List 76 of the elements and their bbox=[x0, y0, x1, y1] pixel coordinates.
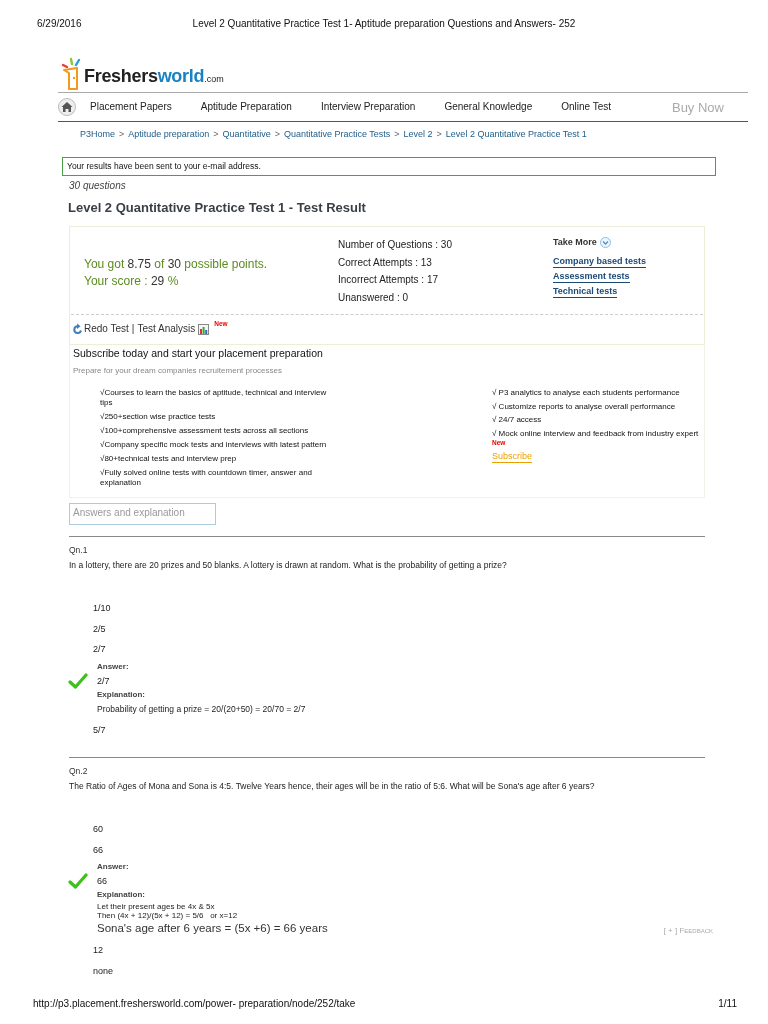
test-link[interactable]: Company based tests bbox=[553, 256, 647, 268]
explanation-text: Let their present ages be 4x & 5x bbox=[97, 902, 215, 911]
explanation-label: Explanation: bbox=[97, 688, 145, 701]
answer-label: Answer: bbox=[97, 660, 129, 673]
breadcrumb-separator: > bbox=[213, 128, 219, 140]
subscribe-title: Subscribe today and start your placement preparation bbox=[73, 347, 324, 360]
option-text: 1/10 bbox=[93, 602, 111, 614]
option-text: 12 bbox=[93, 944, 103, 956]
feature-item: √250+section wise practice tests bbox=[100, 412, 217, 422]
print-title: Level 2 Quantitative Practice Test 1- Aptitude preparation Questions and Answers- 252 bbox=[192, 18, 576, 30]
question-number: Qn.1 bbox=[69, 545, 89, 555]
answer-value: 2/7 bbox=[97, 674, 110, 688]
test-link[interactable]: Technical tests bbox=[553, 286, 618, 298]
feature-item: √ P3 analytics to analyse each students performance bbox=[492, 388, 680, 398]
option-text: 2/5 bbox=[93, 622, 106, 635]
breadcrumb-link[interactable]: Level 2 bbox=[403, 128, 433, 140]
breadcrumb-separator: > bbox=[436, 128, 442, 140]
chevron-down-icon bbox=[599, 236, 611, 248]
explanation-label: Explanation: bbox=[97, 889, 145, 901]
nav-link[interactable]: Aptitude Preparation bbox=[200, 101, 292, 113]
stat-text: Unanswered : 0 bbox=[338, 290, 410, 305]
feature-item: √ Mock online interview and feedback from industry expert bbox=[492, 428, 699, 439]
bar-chart-icon bbox=[198, 323, 210, 335]
nav-link[interactable]: Online Test bbox=[561, 101, 612, 113]
question-text: The Ratio of Ages of Mona and Sona is 4:5. Twelve Years hence, their ages will be in the ratio of 5:6. What will be Sona's age after 6 years? bbox=[69, 781, 596, 791]
feature-item: √80+technical tests and interview prep bbox=[100, 454, 238, 464]
test-analysis-link[interactable]: Test Analysis bbox=[137, 323, 196, 335]
result-title: Level 2 Quantitative Practice Test 1 - Test Result bbox=[68, 200, 367, 216]
option-text: 5/7 bbox=[93, 723, 106, 736]
points-line: You got 8.75 of 30 possible points. bbox=[84, 256, 269, 273]
print-date: 6/29/2016 bbox=[37, 18, 83, 30]
feature-item: √Courses to learn the basics of aptitude, technical and interview tips bbox=[100, 388, 328, 408]
link-separator: | bbox=[131, 323, 135, 335]
feature-item: √100+comprehensive assessment tests across all sections bbox=[100, 426, 310, 436]
answer-label: Answer: bbox=[97, 861, 129, 873]
feature-item: √Fully solved online tests with countdown timer, answer and explanation bbox=[100, 468, 314, 488]
subscribe-subtitle: Prepare for your dream companies recruitement processes bbox=[73, 366, 283, 376]
home-icon[interactable] bbox=[58, 98, 76, 116]
feature-item: √ Customize reports to analyse overall performance bbox=[492, 401, 676, 412]
stat-text: Incorrect Attempts : 17 bbox=[338, 273, 440, 287]
circular-arrow-icon bbox=[73, 323, 83, 335]
door-logo-icon[interactable] bbox=[60, 56, 82, 90]
explanation-text: Then (4x + 12)/(5x + 12) = 5/6 or x=12 bbox=[97, 911, 238, 920]
breadcrumb-link[interactable]: P3Home bbox=[80, 128, 115, 140]
notice-banner: Your results have been sent to your e-mail address. bbox=[62, 157, 716, 176]
breadcrumb-link[interactable]: Level 2 Quantitative Practice Test 1 bbox=[445, 128, 587, 140]
breadcrumb-separator: > bbox=[394, 128, 400, 140]
option-text: 66 bbox=[93, 843, 103, 856]
feature-item: √ 24/7 access bbox=[492, 415, 542, 425]
page-number: 1/11 bbox=[718, 998, 737, 1010]
question-count: 30 questions bbox=[69, 180, 127, 192]
explanation-text: Sona's age after 6 years = (5x +6) = 66 years bbox=[97, 921, 328, 936]
breadcrumb-separator: > bbox=[274, 128, 280, 140]
score-line: Your score : 29 % bbox=[84, 273, 180, 290]
test-link[interactable]: Assessment tests bbox=[553, 271, 630, 283]
stat-text: Correct Attempts : 13 bbox=[338, 255, 433, 270]
option-text: 2/7 bbox=[93, 643, 106, 655]
breadcrumb-link[interactable]: Quantitative bbox=[222, 128, 271, 140]
feature-item: √Company specific mock tests and interviews with latest pattern bbox=[100, 440, 328, 450]
stat-text: Number of Questions : 30 bbox=[338, 238, 453, 252]
redo-test-link[interactable]: Redo Test bbox=[73, 323, 129, 335]
option-text: 60 bbox=[93, 823, 103, 835]
print-url: http://p3.placement.freshersworld.com/power- preparation/node/252/take bbox=[33, 998, 356, 1010]
take-more-button[interactable]: Take More bbox=[553, 236, 611, 248]
explanation-text: Probability of getting a prize = 20/(20+50) = 20/70 = 2/7 bbox=[97, 702, 306, 716]
nav-link[interactable]: General Knowledge bbox=[444, 101, 533, 113]
nav-link[interactable]: Placement Papers bbox=[90, 101, 172, 113]
nav-link[interactable]: Interview Preparation bbox=[320, 101, 416, 113]
answer-value: 66 bbox=[97, 875, 107, 888]
breadcrumb-separator: > bbox=[119, 128, 125, 140]
question-number: Qn.2 bbox=[69, 766, 89, 776]
breadcrumb-link[interactable]: Aptitude preparation bbox=[128, 128, 210, 140]
option-text: none bbox=[93, 964, 114, 977]
breadcrumb-link[interactable]: Quantitative Practice Tests bbox=[283, 128, 391, 140]
site-logo[interactable]: Freshersworld.com bbox=[84, 66, 224, 90]
question-text: In a lottery, there are 20 prizes and 50 blanks. A lottery is drawn at random. What is the probability of getting a prize? bbox=[69, 560, 508, 570]
